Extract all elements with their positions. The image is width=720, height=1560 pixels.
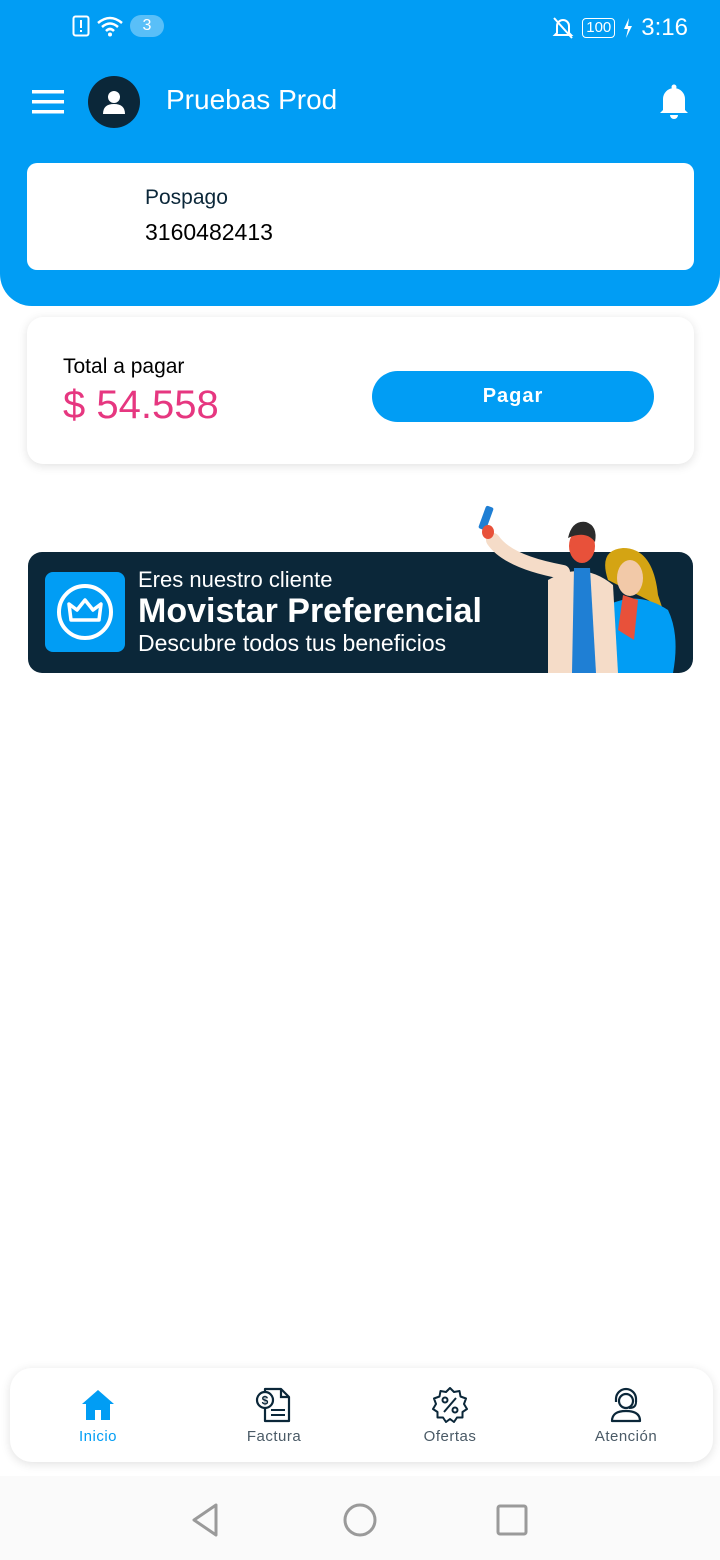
pay-button[interactable]: Pagar (372, 371, 654, 422)
notifications-button[interactable] (656, 82, 696, 122)
total-amount: $ 54.558 (63, 383, 219, 427)
hamburger-menu-icon (32, 90, 64, 114)
wifi-icon (97, 16, 123, 37)
bottom-navigation: Inicio $ Factura Ofertas Atención (10, 1368, 713, 1462)
home-system-button[interactable] (340, 1500, 380, 1540)
nav-item-atencion[interactable]: Atención (538, 1368, 714, 1462)
user-name: Pruebas Prod (166, 84, 338, 115)
nav-label-inicio: Inicio (78, 1428, 118, 1445)
menu-button[interactable] (28, 84, 68, 120)
battery-indicator: 100 (582, 18, 616, 38)
top-bar: Pruebas Prod (0, 72, 720, 132)
preferencial-banner[interactable]: Eres nuestro cliente Movistar Preferenci… (28, 500, 693, 673)
user-icon (103, 91, 125, 114)
status-left: 3 (72, 15, 164, 37)
clock: 3:16 (641, 14, 688, 41)
banner-subtitle: Descubre todos tus beneficios (138, 630, 447, 656)
back-button[interactable] (186, 1500, 226, 1540)
total-due-card: Total a pagar $ 54.558 Pagar (27, 317, 694, 464)
avatar[interactable] (88, 76, 140, 128)
offers-icon (432, 1387, 468, 1423)
crown-icon (57, 584, 113, 640)
nav-item-factura[interactable]: $ Factura (186, 1368, 362, 1462)
status-bar: 3 100 3:16 (0, 0, 720, 56)
back-triangle-icon (192, 1503, 218, 1537)
status-right: 100 3:16 (552, 14, 688, 42)
bell-muted-icon (552, 17, 574, 39)
banner-text: Eres nuestro cliente Movistar Preferenci… (138, 567, 482, 657)
nav-label-factura: Factura (246, 1428, 302, 1445)
home-icon (82, 1390, 114, 1420)
sim-alert-icon (72, 15, 90, 37)
recents-square-icon (496, 1504, 528, 1536)
bell-icon (660, 84, 688, 119)
invoice-icon: $ (255, 1387, 291, 1423)
nav-item-inicio[interactable]: Inicio (10, 1368, 186, 1462)
total-label: Total a pagar (63, 355, 185, 378)
crown-badge (45, 572, 125, 652)
nav-item-ofertas[interactable]: Ofertas (362, 1368, 538, 1462)
banner-line-1: Eres nuestro cliente (138, 567, 333, 592)
home-circle-icon (343, 1503, 377, 1537)
nav-label-ofertas: Ofertas (423, 1428, 477, 1445)
svg-text:$: $ (262, 1394, 269, 1408)
support-icon (610, 1387, 642, 1423)
selfie-couple-illustration (478, 505, 676, 673)
nav-label-atencion: Atención (594, 1428, 658, 1445)
line-selector-card[interactable]: Pospago 3160482413 (27, 163, 694, 270)
charging-icon (624, 18, 633, 38)
system-navigation-bar (0, 1476, 720, 1560)
recents-button[interactable] (492, 1500, 532, 1540)
banner-title: Movistar Preferencial (138, 592, 482, 630)
line-number: 3160482413 (145, 219, 273, 245)
line-type: Pospago (145, 186, 228, 209)
notification-count-badge: 3 (130, 15, 164, 37)
header: 3 100 3:16 Pruebas Prod Pospago 31604824… (0, 0, 720, 306)
